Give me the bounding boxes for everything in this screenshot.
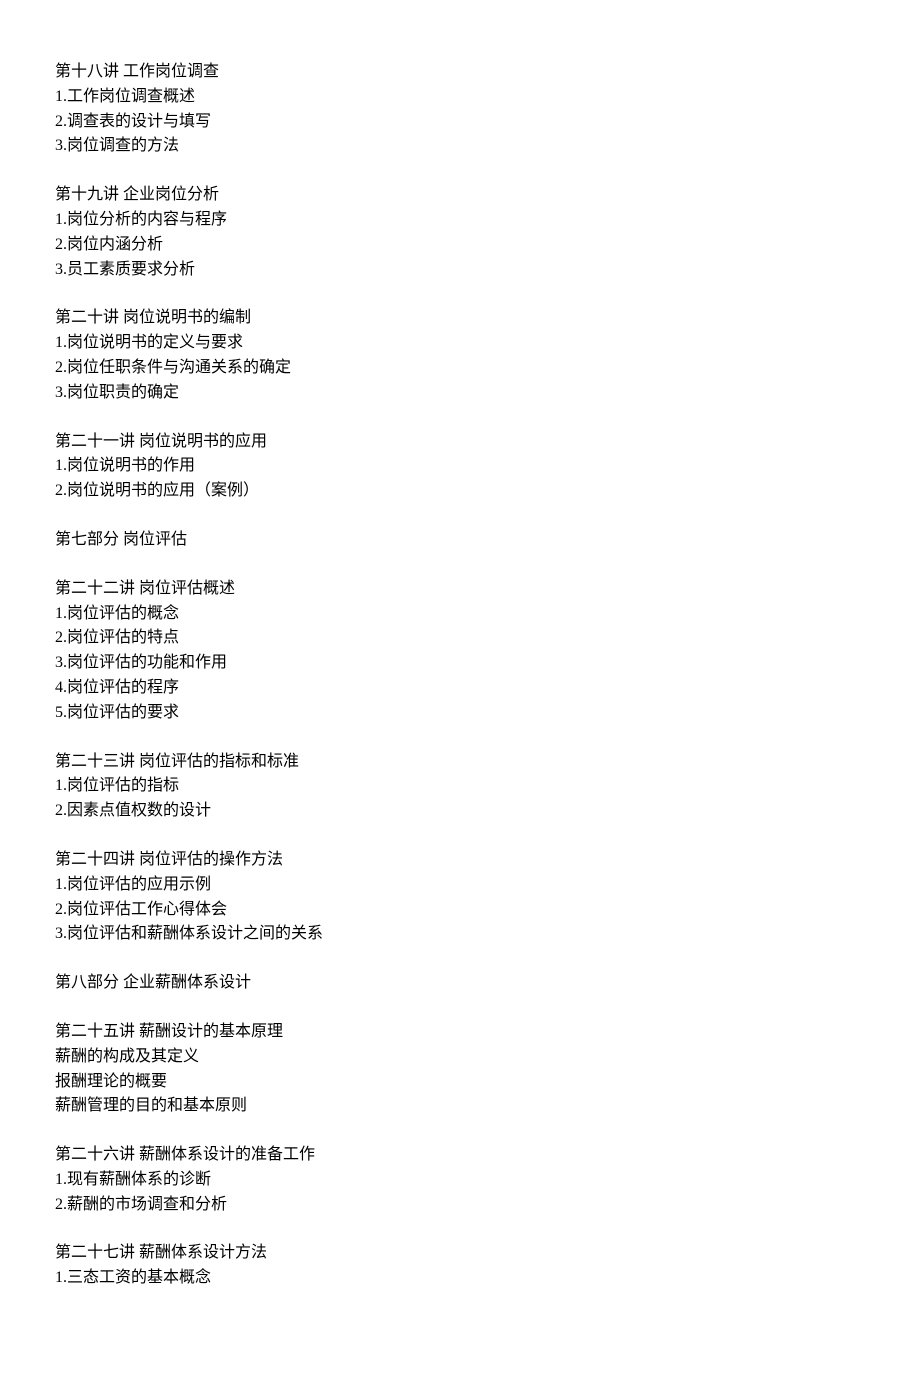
list-item: 2.岗位评估工作心得体会 — [55, 898, 865, 923]
section-26: 第二十六讲 薪酬体系设计的准备工作 1.现有薪酬体系的诊断 2.薪酬的市场调查和… — [55, 1143, 865, 1217]
list-item: 3.岗位评估的功能和作用 — [55, 651, 865, 676]
list-item: 2.岗位内涵分析 — [55, 233, 865, 258]
section-18: 第十八讲 工作岗位调查 1.工作岗位调查概述 2.调查表的设计与填写 3.岗位调… — [55, 60, 865, 159]
list-item: 5.岗位评估的要求 — [55, 701, 865, 726]
list-item: 3.员工素质要求分析 — [55, 258, 865, 283]
section-27: 第二十七讲 薪酬体系设计方法 1.三态工资的基本概念 — [55, 1241, 865, 1291]
list-item: 2.岗位任职条件与沟通关系的确定 — [55, 356, 865, 381]
list-item: 1.三态工资的基本概念 — [55, 1266, 865, 1291]
section-title: 第二十六讲 薪酬体系设计的准备工作 — [55, 1143, 865, 1168]
list-item: 1.工作岗位调查概述 — [55, 85, 865, 110]
section-21: 第二十一讲 岗位说明书的应用 1.岗位说明书的作用 2.岗位说明书的应用（案例） — [55, 430, 865, 504]
section-title: 第二十一讲 岗位说明书的应用 — [55, 430, 865, 455]
section-title: 第二十四讲 岗位评估的操作方法 — [55, 848, 865, 873]
list-item: 3.岗位职责的确定 — [55, 381, 865, 406]
list-item: 薪酬管理的目的和基本原则 — [55, 1094, 865, 1119]
section-25: 第二十五讲 薪酬设计的基本原理 薪酬的构成及其定义 报酬理论的概要 薪酬管理的目… — [55, 1020, 865, 1119]
list-item: 2.岗位评估的特点 — [55, 626, 865, 651]
list-item: 1.岗位评估的指标 — [55, 774, 865, 799]
part-8: 第八部分 企业薪酬体系设计 — [55, 971, 865, 996]
list-item: 3.岗位调查的方法 — [55, 134, 865, 159]
list-item: 4.岗位评估的程序 — [55, 676, 865, 701]
section-title: 第十八讲 工作岗位调查 — [55, 60, 865, 85]
part-title: 第七部分 岗位评估 — [55, 528, 865, 553]
section-23: 第二十三讲 岗位评估的指标和标准 1.岗位评估的指标 2.因素点值权数的设计 — [55, 750, 865, 824]
list-item: 报酬理论的概要 — [55, 1070, 865, 1095]
list-item: 2.岗位说明书的应用（案例） — [55, 479, 865, 504]
section-title: 第二十七讲 薪酬体系设计方法 — [55, 1241, 865, 1266]
list-item: 1.岗位说明书的作用 — [55, 454, 865, 479]
section-title: 第二十三讲 岗位评估的指标和标准 — [55, 750, 865, 775]
section-title: 第二十五讲 薪酬设计的基本原理 — [55, 1020, 865, 1045]
section-title: 第二十讲 岗位说明书的编制 — [55, 306, 865, 331]
section-22: 第二十二讲 岗位评估概述 1.岗位评估的概念 2.岗位评估的特点 3.岗位评估的… — [55, 577, 865, 726]
section-19: 第十九讲 企业岗位分析 1.岗位分析的内容与程序 2.岗位内涵分析 3.员工素质… — [55, 183, 865, 282]
section-title: 第十九讲 企业岗位分析 — [55, 183, 865, 208]
list-item: 3.岗位评估和薪酬体系设计之间的关系 — [55, 922, 865, 947]
list-item: 1.岗位评估的概念 — [55, 602, 865, 627]
list-item: 1.岗位分析的内容与程序 — [55, 208, 865, 233]
list-item: 2.调查表的设计与填写 — [55, 110, 865, 135]
list-item: 1.岗位说明书的定义与要求 — [55, 331, 865, 356]
part-7: 第七部分 岗位评估 — [55, 528, 865, 553]
list-item: 1.现有薪酬体系的诊断 — [55, 1168, 865, 1193]
list-item: 1.岗位评估的应用示例 — [55, 873, 865, 898]
section-20: 第二十讲 岗位说明书的编制 1.岗位说明书的定义与要求 2.岗位任职条件与沟通关… — [55, 306, 865, 405]
section-24: 第二十四讲 岗位评估的操作方法 1.岗位评估的应用示例 2.岗位评估工作心得体会… — [55, 848, 865, 947]
document-content: 第十八讲 工作岗位调查 1.工作岗位调查概述 2.调查表的设计与填写 3.岗位调… — [0, 0, 920, 1375]
list-item: 2.因素点值权数的设计 — [55, 799, 865, 824]
part-title: 第八部分 企业薪酬体系设计 — [55, 971, 865, 996]
list-item: 2.薪酬的市场调查和分析 — [55, 1193, 865, 1218]
list-item: 薪酬的构成及其定义 — [55, 1045, 865, 1070]
section-title: 第二十二讲 岗位评估概述 — [55, 577, 865, 602]
